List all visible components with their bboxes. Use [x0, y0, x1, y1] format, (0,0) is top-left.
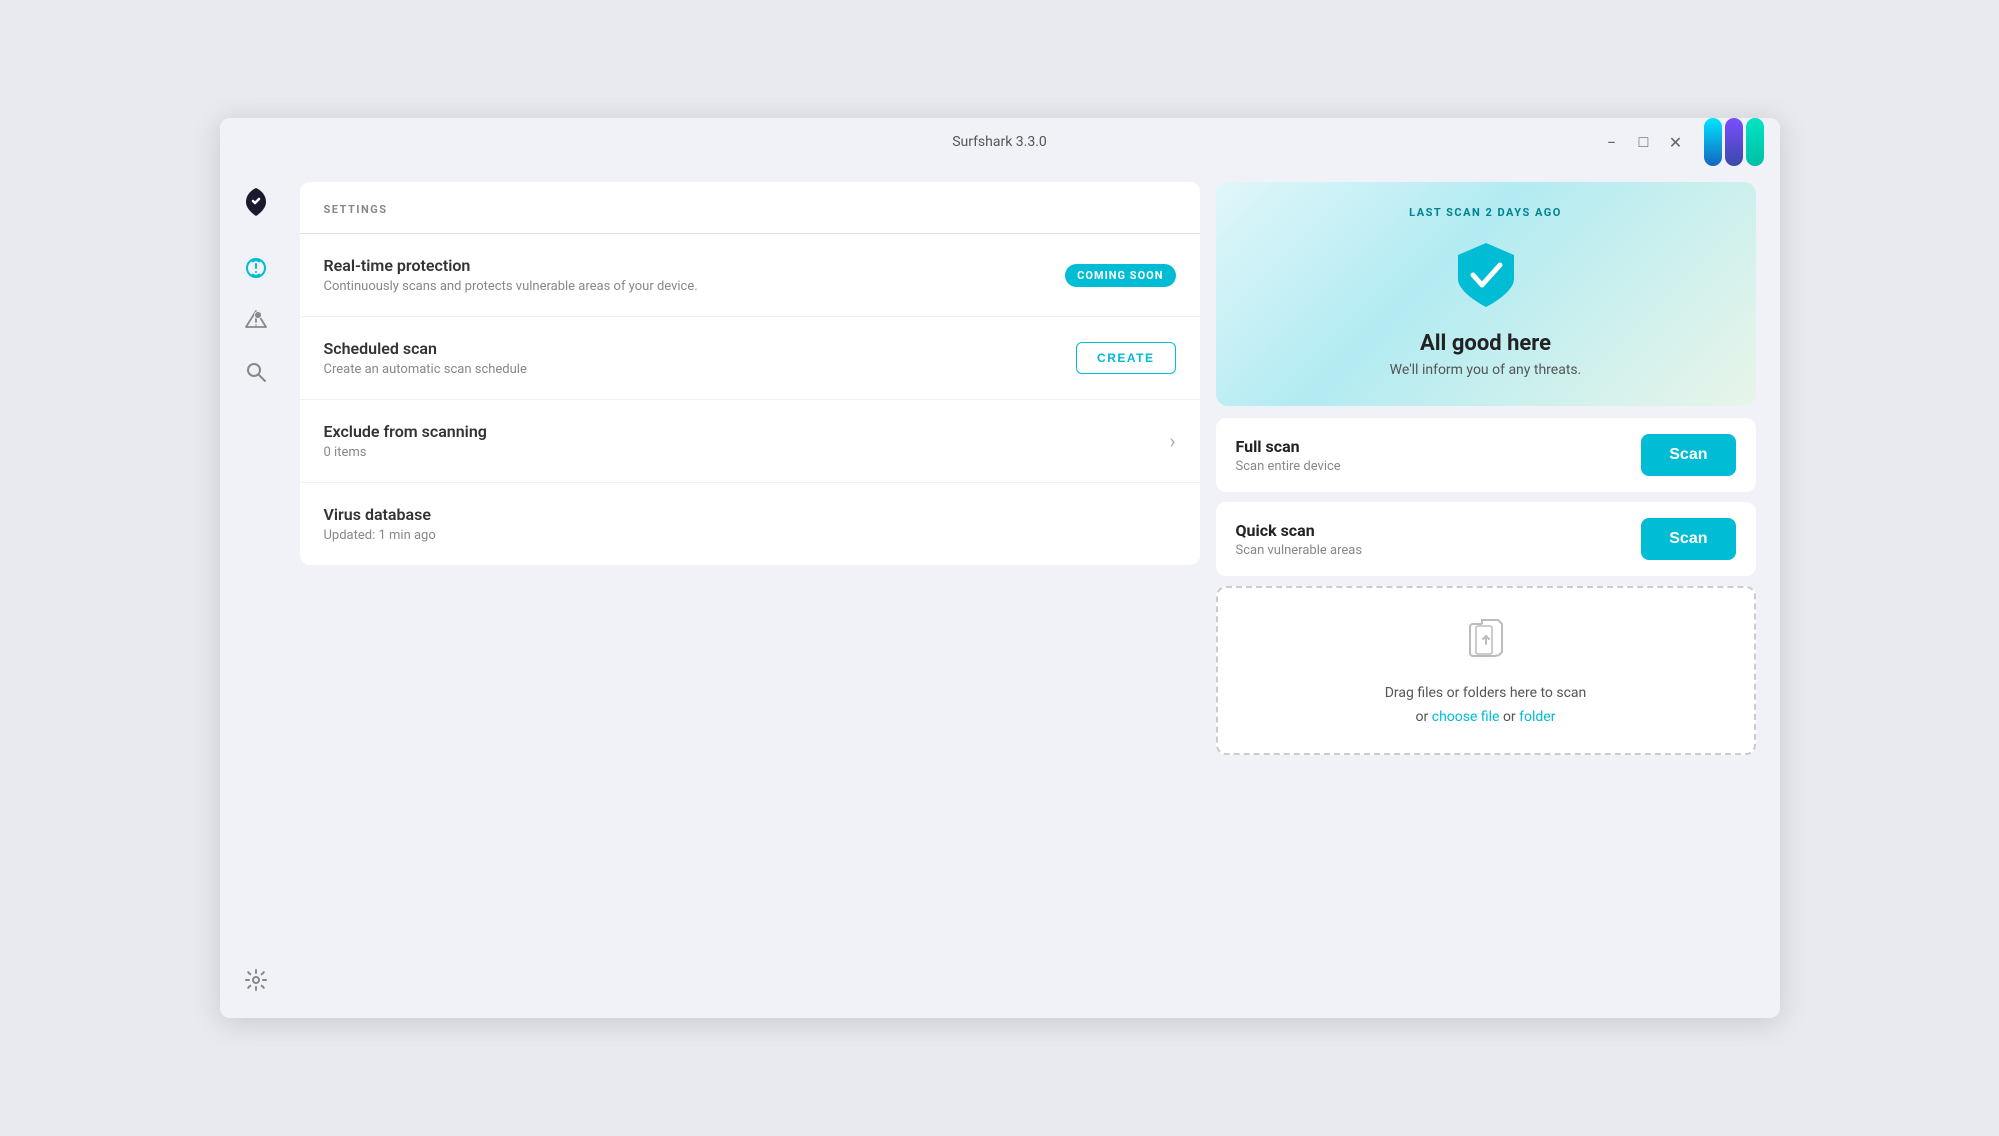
scheduled-scan-subtitle: Create an automatic scan schedule: [324, 362, 527, 377]
quick-scan-text: Quick scan Scan vulnerable areas: [1236, 521, 1363, 558]
minimize-button[interactable]: −: [1600, 130, 1624, 154]
quick-scan-title: Quick scan: [1236, 521, 1363, 540]
real-time-protection-title: Real-time protection: [324, 256, 698, 275]
right-panel: LAST SCAN 2 DAYS AGO All good here We'll…: [1216, 182, 1756, 994]
sidebar-logo[interactable]: [236, 182, 276, 222]
scan-options: Full scan Scan entire device Scan Quick …: [1216, 418, 1756, 755]
create-schedule-button[interactable]: CREATE: [1076, 342, 1175, 374]
scheduled-scan-title: Scheduled scan: [324, 339, 527, 358]
full-scan-subtitle: Scan entire device: [1236, 459, 1341, 474]
exclude-scanning-subtitle: 0 items: [324, 445, 487, 460]
logo-bar-blue: [1704, 118, 1722, 166]
settings-cards: Real-time protection Continuously scans …: [300, 234, 1200, 565]
sidebar-item-alerts[interactable]: [234, 298, 278, 342]
drag-drop-text: Drag files or folders here to scan: [1385, 685, 1587, 701]
settings-title: SETTINGS: [324, 203, 388, 216]
sidebar-item-search[interactable]: [234, 350, 278, 394]
scheduled-scan-card: Scheduled scan Create an automatic scan …: [300, 317, 1200, 400]
exclude-scanning-text: Exclude from scanning 0 items: [324, 422, 487, 460]
full-scan-text: Full scan Scan entire device: [1236, 437, 1341, 474]
folder-link[interactable]: folder: [1519, 709, 1555, 725]
main-content: SETTINGS Real-time protection Continuous…: [292, 166, 1780, 1018]
logo-bar-teal: [1746, 118, 1764, 166]
quick-scan-subtitle: Scan vulnerable areas: [1236, 543, 1363, 558]
virus-database-text: Virus database Updated: 1 min ago: [324, 505, 436, 543]
virus-database-subtitle: Updated: 1 min ago: [324, 528, 436, 543]
exclude-scanning-card[interactable]: Exclude from scanning 0 items ›: [300, 400, 1200, 483]
exclude-scanning-title: Exclude from scanning: [324, 422, 487, 441]
left-panel: SETTINGS Real-time protection Continuous…: [300, 182, 1200, 994]
coming-soon-badge: COMING SOON: [1065, 264, 1175, 287]
last-scan-label: LAST SCAN 2 DAYS AGO: [1409, 206, 1562, 219]
chevron-right-icon: ›: [1169, 429, 1175, 453]
full-scan-title: Full scan: [1236, 437, 1341, 456]
drag-drop-links: or choose file or folder: [1416, 709, 1556, 725]
virus-database-card: Virus database Updated: 1 min ago: [300, 483, 1200, 565]
maximize-button[interactable]: □: [1632, 130, 1656, 154]
sidebar-item-settings[interactable]: [234, 958, 278, 1002]
real-time-protection-subtitle: Continuously scans and protects vulnerab…: [324, 279, 698, 294]
quick-scan-card: Quick scan Scan vulnerable areas Scan: [1216, 502, 1756, 576]
drag-drop-icon: [1462, 616, 1510, 673]
scheduled-scan-text: Scheduled scan Create an automatic scan …: [324, 339, 527, 377]
or-text: or: [1416, 709, 1432, 725]
full-scan-button[interactable]: Scan: [1641, 434, 1735, 476]
window-title: Surfshark 3.3.0: [952, 134, 1047, 150]
shield-icon: [1446, 235, 1526, 315]
or-text-2: or: [1503, 709, 1519, 725]
real-time-protection-card: Real-time protection Continuously scans …: [300, 234, 1200, 317]
choose-file-link[interactable]: choose file: [1432, 709, 1500, 725]
logo-bar-purple: [1725, 118, 1743, 166]
drag-drop-card[interactable]: Drag files or folders here to scan or ch…: [1216, 586, 1756, 755]
quick-scan-button[interactable]: Scan: [1641, 518, 1735, 560]
status-title: All good here: [1420, 331, 1551, 356]
close-button[interactable]: ✕: [1664, 130, 1688, 154]
virus-database-title: Virus database: [324, 505, 436, 524]
status-subtitle: We'll inform you of any threats.: [1390, 362, 1582, 378]
full-scan-card: Full scan Scan entire device Scan: [1216, 418, 1756, 492]
sidebar-item-antivirus[interactable]: [234, 246, 278, 290]
window-controls[interactable]: − □ ✕: [1600, 122, 1764, 162]
titlebar: Surfshark 3.3.0 − □ ✕: [220, 118, 1780, 166]
sidebar: [220, 166, 292, 1018]
status-card: LAST SCAN 2 DAYS AGO All good here We'll…: [1216, 182, 1756, 406]
settings-header: SETTINGS: [300, 182, 1200, 234]
real-time-protection-text: Real-time protection Continuously scans …: [324, 256, 698, 294]
